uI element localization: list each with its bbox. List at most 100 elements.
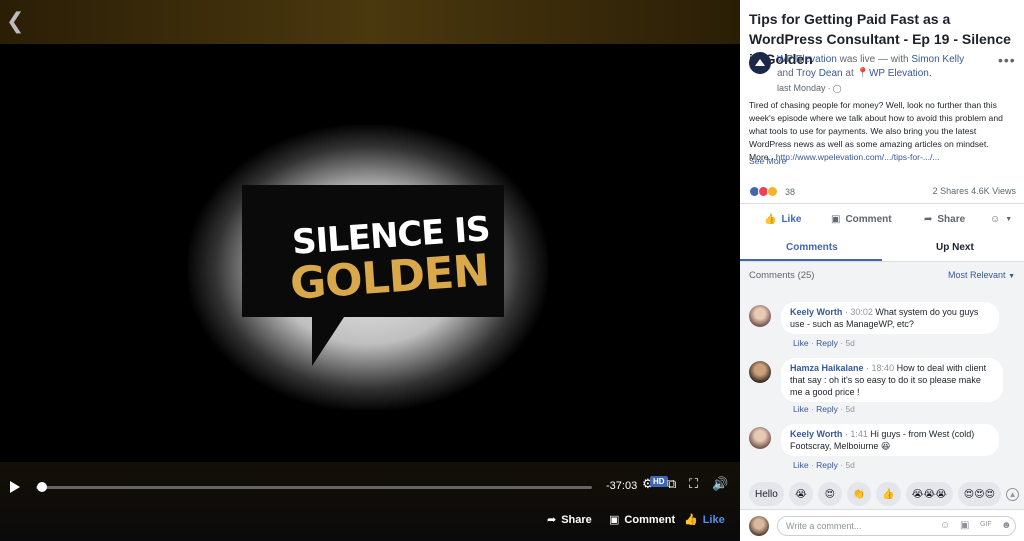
see-more-link[interactable]: See More [749,156,786,166]
gif-icon[interactable]: GIF [980,521,992,528]
post-stats[interactable]: 2 Shares 4.6K Views [933,186,1016,196]
my-avatar [749,516,769,536]
camera-icon[interactable]: ▣ [960,520,969,531]
tab-comments[interactable]: Comments [786,242,838,253]
progress-track[interactable] [36,486,592,489]
sort-label: Most Relevant [948,270,1006,280]
quick-replies: Hello 😭 😍 👏 👍 😭😭😭 😍😍😍 ▲ [749,482,1020,506]
video-share-button[interactable]: ➦ Share [547,513,592,527]
haha-reaction-icon [767,186,778,197]
person2-link[interactable]: Troy Dean [796,68,842,79]
quick-reply-heart-eyes-triple[interactable]: 😍😍😍 [957,482,1002,506]
comment-like-link[interactable]: Like [793,338,809,348]
quick-reply-clap[interactable]: 👏 [846,482,872,506]
progress-knob[interactable] [36,482,47,492]
location-pin-icon: 📍 [856,68,869,79]
hd-badge: HD [650,476,668,487]
tab-up-next[interactable]: Up Next [936,242,974,253]
active-tab-indicator [740,259,882,261]
like-button[interactable]: 👍 Like [764,214,801,225]
emoji-icon[interactable]: ☺ [940,520,950,531]
action-bar: 👍 Like ▣ Comment ➦ Share ☺ ▼ [740,203,1024,233]
comment-like-link[interactable]: Like [793,460,809,470]
comment-timestamp[interactable]: 1:41 [850,429,868,439]
sticker-icon[interactable]: ☻ [1001,520,1012,531]
fullscreen-icon[interactable]: ⛶ [689,476,698,492]
comment-label: Comment [845,214,892,225]
commenter-name[interactable]: Keely Worth [790,429,842,439]
like-label: Like [781,214,802,225]
comment-footer: Like · Reply · 5d [793,338,855,348]
thumbs-up-icon: 👍 [684,514,698,526]
time-remaining: -37:03 [606,480,638,492]
comment-bubble: Keely Worth · 1:41 Hi guys - from West (… [781,424,999,456]
live-text: was live — with [836,54,912,65]
and-text: and [777,68,797,79]
comment-timestamp[interactable]: 18:40 [872,363,895,373]
video-like-button[interactable]: 👍 Like [684,513,725,527]
share-arrow-icon: ➦ [924,214,933,225]
post-time[interactable]: last Monday [777,83,826,93]
post-side-panel: Tips for Getting Paid Fast as a WordPres… [740,0,1024,541]
description-link[interactable]: http://www.wpelevation.com/.../tips-for-… [776,152,940,162]
reaction-picker-button[interactable]: ☺ ▼ [990,214,1012,225]
video-controls: -37:03 ⚙ HD ⧉ ⛶ 🔊 ➦ Share ▣ Comment 👍 Li… [0,462,740,541]
sort-dropdown[interactable]: Most Relevant ▼ [948,270,1015,280]
commenter-avatar[interactable] [749,427,771,449]
comment-bubble-icon: ▣ [831,214,841,225]
share-button[interactable]: ➦ Share [924,214,965,225]
at-text: at [842,68,857,79]
reaction-count: 38 [785,186,796,197]
video-top-bar: ❮ [0,0,740,44]
comment-button[interactable]: ▣ Comment [831,214,892,225]
user-avatar-mini-icon: ☺ [990,214,1001,225]
globe-icon: · ◯ [825,84,842,93]
comment-reply-link[interactable]: Reply [816,404,838,414]
quick-reply-heart-eyes[interactable]: 😍 [817,482,842,506]
thumbs-up-icon: 👍 [764,214,777,225]
location-link[interactable]: WP Elevation. [869,68,932,79]
commenter-name[interactable]: Hamza Haikalane [790,363,864,373]
quick-reply-crying-triple[interactable]: 😭😭😭 [905,482,953,506]
speech-bubble-tail [312,314,346,366]
comment-footer: Like · Reply · 5d [793,404,855,414]
comment-timestamp[interactable]: 30:02 [850,307,873,317]
comment-age: 5d [845,404,855,414]
comment-reply-link[interactable]: Reply [816,338,838,348]
commenter-avatar[interactable] [749,305,771,327]
comments-section: Comments (25) Most Relevant ▼ Keely Wort… [740,262,1024,541]
commenter-avatar[interactable] [749,361,771,383]
comment-age: 5d [845,460,855,470]
post-byline: WP Elevation was live — with Simon Kelly… [777,53,987,96]
write-comment-bar: Write a comment... ☺ ▣ GIF ☻ [740,509,1024,541]
video-like-label: Like [702,513,725,526]
chevron-up-icon[interactable]: ▲ [1006,487,1020,501]
comment-like-link[interactable]: Like [793,404,809,414]
quick-reply-crying[interactable]: 😭 [788,482,813,506]
chevron-down-icon: ▼ [1008,273,1015,280]
page-avatar[interactable] [749,52,771,74]
commenter-name[interactable]: Keely Worth [790,307,842,317]
video-comment-button[interactable]: ▣ Comment [609,513,676,527]
panel-tabs: Comments Up Next [740,235,1024,262]
person1-link[interactable]: Simon Kelly [911,54,964,65]
share-arrow-icon: ➦ [547,514,557,526]
comment-age: 5d [845,338,855,348]
back-arrow-icon[interactable]: ❮ [6,8,24,34]
comment-bubble-icon: ▣ [609,514,620,526]
quick-reply-hello[interactable]: Hello [749,482,784,506]
video-comment-label: Comment [624,513,676,526]
comment-bubble: Hamza Haikalane · 18:40 How to deal with… [781,358,1003,402]
volume-icon[interactable]: 🔊 [712,476,728,492]
reaction-summary[interactable]: 38 [749,186,795,197]
picture-in-picture-icon[interactable]: ⧉ [667,476,676,492]
video-share-label: Share [561,513,592,526]
post-description: Tired of chasing people for money? Well,… [749,99,1017,164]
more-options-icon[interactable]: ••• [998,52,1016,68]
play-icon[interactable] [10,481,20,493]
video-player[interactable]: ❮ SILENCE IS GOLDEN -37:03 ⚙ HD ⧉ ⛶ 🔊 ➦ … [0,0,740,541]
page-name-link[interactable]: WP Elevation [777,54,837,65]
comments-count: Comments (25) [749,270,815,281]
quick-reply-thumbs-up[interactable]: 👍 [876,482,901,506]
comment-reply-link[interactable]: Reply [816,460,838,470]
